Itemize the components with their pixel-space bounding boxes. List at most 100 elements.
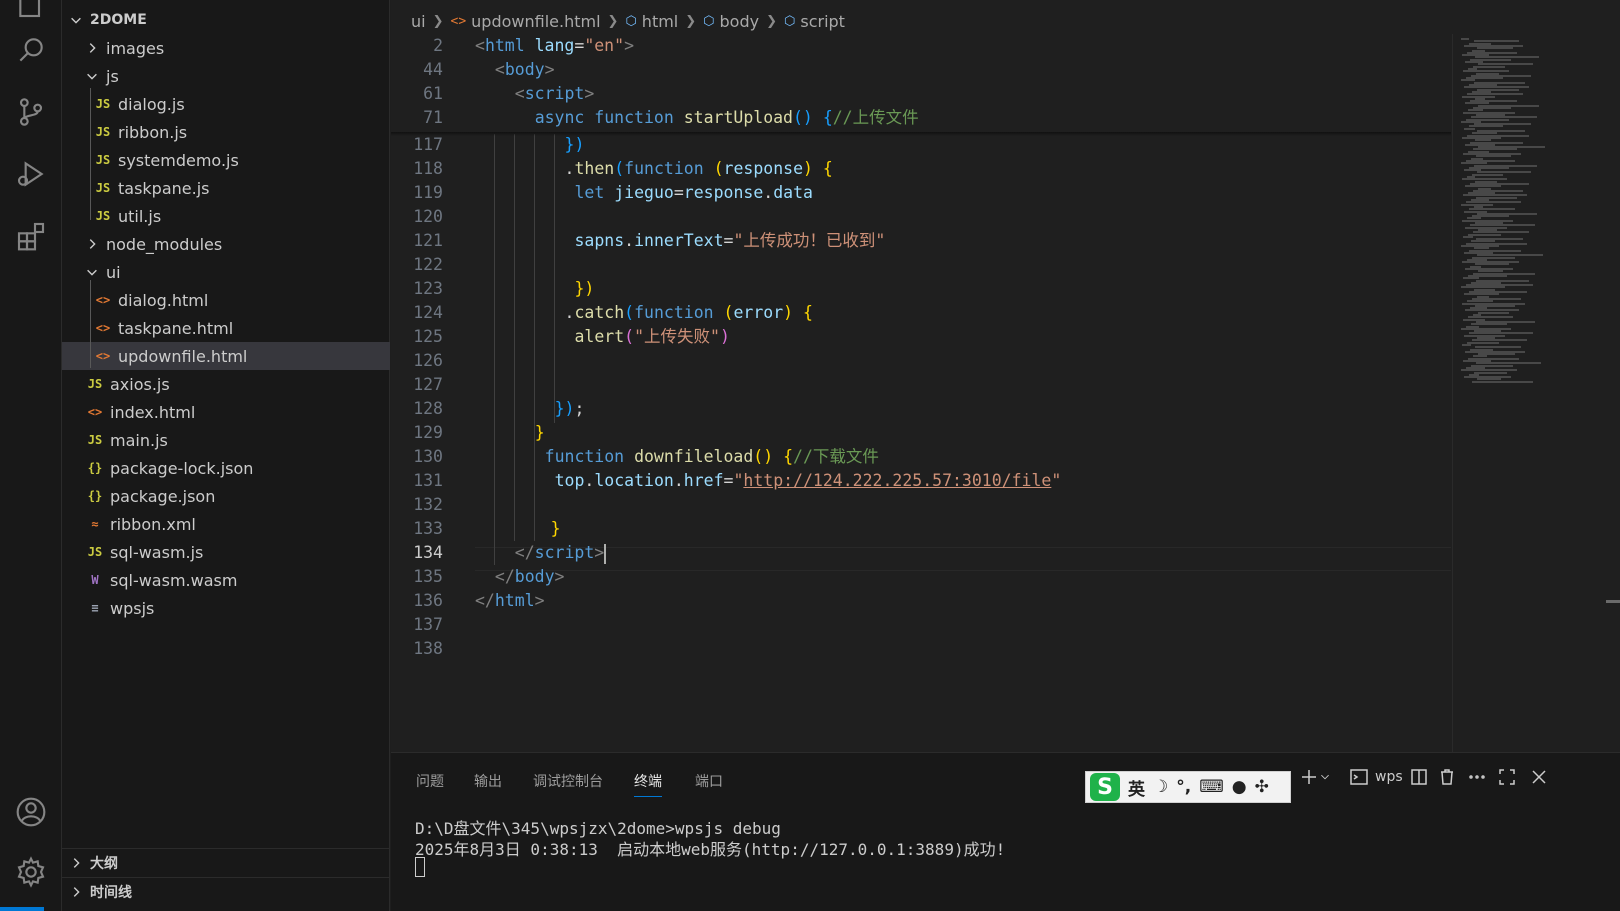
js-file-icon: JS [95,97,111,111]
code-line[interactable]: 128}); [391,397,1431,421]
code-text: </script> [515,541,607,565]
status-accent [0,907,44,911]
toolbox-icon[interactable]: ✣ [1255,777,1269,797]
code-token: > [554,567,565,586]
code-token: > [594,543,605,562]
vertical-scrollbar[interactable] [1606,600,1620,603]
code-token: . [763,183,774,202]
file-item[interactable]: JS axios.js [62,370,390,398]
minimap[interactable] [1452,34,1592,752]
file-item[interactable]: JS taskpane.js [62,174,390,202]
breadcrumb-html[interactable]: html [642,12,678,31]
file-item[interactable]: Wsql-wasm.wasm [62,566,390,594]
breadcrumb-script[interactable]: script [800,12,845,31]
run-debug-icon[interactable] [0,144,62,204]
code-line[interactable]: 121 sapns.innerText="上传成功！已收到" [391,229,1431,253]
minimap-line [1467,341,1499,344]
folder-item[interactable]: ui [62,258,390,286]
code-line[interactable]: 123}) [391,277,1431,301]
code-token: //下载文件 [793,447,879,466]
minimap-line [1462,343,1471,346]
code-line[interactable]: 44 <body> [391,58,1431,82]
code-token: " [1051,471,1062,490]
folder-item[interactable]: node_modules [62,230,390,258]
code-line[interactable]: 138 [391,637,1431,661]
terminal-instance[interactable]: wps [1349,767,1403,787]
breadcrumb-body[interactable]: body [720,12,760,31]
file-item[interactable]: <> dialog.html [62,286,390,314]
keyboard-icon[interactable]: ⌨ [1199,777,1224,797]
split-terminal-button[interactable] [1409,767,1429,787]
kill-terminal-button[interactable] [1437,767,1457,787]
search-icon[interactable] [0,20,62,80]
code-line[interactable]: 122 [391,253,1431,277]
code-token: let [574,183,605,202]
file-label: updownfile.html [118,346,248,366]
outline-section[interactable]: 大纲 [62,849,390,877]
panel-tab[interactable]: 问题 [416,771,444,797]
close-panel-button[interactable] [1529,767,1549,787]
explorer-root[interactable]: 2DOME [62,6,390,34]
code-line[interactable]: 120 [391,205,1431,229]
account-icon[interactable] [0,782,62,842]
user-icon[interactable]: ● [1232,777,1247,797]
file-item[interactable]: <> index.html [62,398,390,426]
code-line[interactable]: 132 [391,493,1431,517]
timeline-section[interactable]: 时间线 [62,878,390,906]
file-item[interactable]: {} package.json [62,482,390,510]
code-line[interactable]: 129} [391,421,1431,445]
file-item[interactable]: ≡ wpsjs [62,594,390,622]
code-token: } [534,423,545,442]
folder-item[interactable]: images [62,34,390,62]
code-line[interactable]: 131 top.location.href="http://124.222.225… [391,469,1431,493]
code-line[interactable]: 61 <script> [391,82,1431,106]
file-item[interactable]: JS main.js [62,426,390,454]
maximize-panel-button[interactable] [1497,767,1517,787]
code-line[interactable]: 127 [391,373,1431,397]
panel-tab[interactable]: 端口 [695,771,723,797]
punctuation-icon[interactable]: °, [1176,777,1191,797]
file-item[interactable]: {} package-lock.json [62,454,390,482]
folder-item[interactable]: js [62,62,390,90]
file-item[interactable]: JS util.js [62,202,390,230]
panel-tab[interactable]: 输出 [474,771,502,797]
file-item[interactable]: JS systemdemo.js [62,146,390,174]
code-line[interactable]: 136 </html> [391,589,1431,613]
code-line[interactable]: 71 async function startUpload() {//上传文件 [391,106,1431,130]
code-line[interactable]: 135 </body> [391,565,1431,589]
file-item[interactable]: JS dialog.js [62,90,390,118]
code-line[interactable]: 137 [391,613,1431,637]
file-item[interactable]: JS ribbon.js [62,118,390,146]
code-token: . [624,231,635,250]
code-line[interactable]: 130 function downfileload() {//下载文件 [391,445,1431,469]
file-item[interactable]: <> updownfile.html [62,342,390,370]
file-item[interactable]: <> taskpane.html [62,314,390,342]
source-control-icon[interactable] [0,82,62,142]
code-token: sapns [574,231,625,250]
file-item[interactable]: JS sql-wasm.js [62,538,390,566]
extensions-icon[interactable] [0,206,62,266]
moon-icon[interactable]: ☽ [1153,777,1168,797]
panel-tab[interactable]: 调试控制台 [533,771,603,797]
ime-language[interactable]: 英 [1128,775,1145,800]
code-line[interactable]: 118 .then(function (response) { [391,157,1431,181]
new-terminal-button[interactable] [1299,767,1331,787]
terminal-cursor [415,857,425,877]
code-line[interactable]: 117}) [391,133,1431,157]
code-line[interactable]: 134 </script> [391,541,1431,565]
code-token: jieguo [614,183,674,202]
code-editor[interactable]: ui ❯ <> updownfile.html ❯ ⬡ html ❯ ⬡ bod… [391,0,1620,752]
more-actions-button[interactable] [1467,767,1487,787]
code-line[interactable]: 2 <html lang="en"> [391,34,1431,58]
file-item[interactable]: ≈ ribbon.xml [62,510,390,538]
code-line[interactable]: 125 alert("上传失败") [391,325,1431,349]
code-line[interactable]: 119 let jieguo=response.data [391,181,1431,205]
breadcrumb-file[interactable]: updownfile.html [471,12,600,31]
code-line[interactable]: 133} [391,517,1431,541]
ime-toolbar[interactable]: S 英 ☽ °, ⌨ ● ✣ [1085,771,1291,803]
code-line[interactable]: 126 [391,349,1431,373]
breadcrumb-folder[interactable]: ui [411,12,426,31]
code-line[interactable]: 124 .catch(function (error) { [391,301,1431,325]
settings-gear-icon[interactable] [0,842,62,902]
panel-tab[interactable]: 终端 [634,771,662,797]
